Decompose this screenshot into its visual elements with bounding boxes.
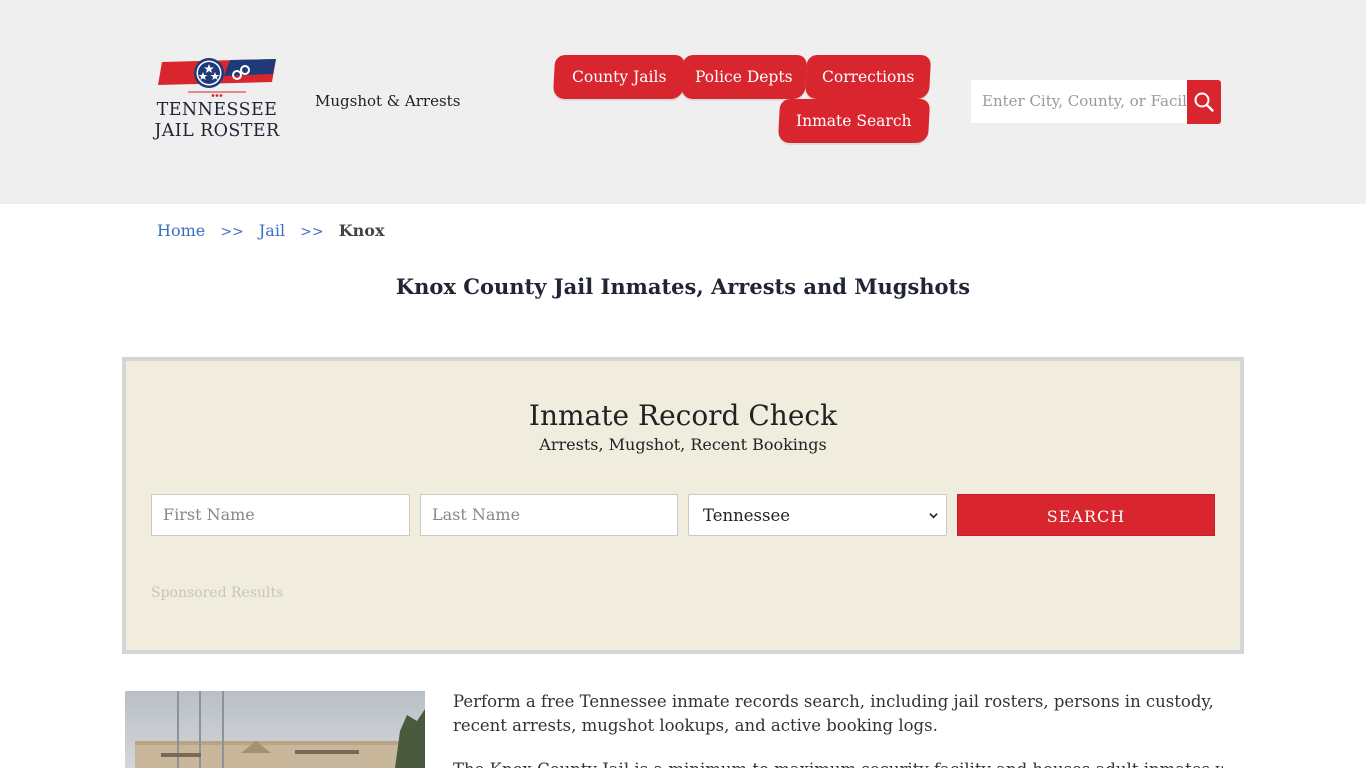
site-tagline: Mugshot & Arrests	[315, 92, 461, 110]
search-button[interactable]	[1187, 80, 1221, 124]
breadcrumb-separator: >>	[220, 224, 244, 240]
second-paragraph: The Knox County Jail is a minimum to max…	[453, 758, 1223, 768]
nav-tab-label: Police Depts	[695, 68, 793, 86]
breadcrumb: Home >> Jail >> Knox	[157, 221, 384, 240]
state-select[interactable]: Tennessee	[688, 494, 947, 536]
logo-text-line2: JAIL ROSTER	[154, 121, 280, 141]
page-title: Knox County Jail Inmates, Arrests and Mu…	[395, 274, 971, 299]
breadcrumb-current: Knox	[338, 221, 385, 240]
detention-facility-image	[125, 691, 425, 768]
sponsored-label: Sponsored Results	[151, 585, 284, 601]
site-header: TENNESSEE JAIL ROSTER Mugshot & Arrests …	[0, 0, 1366, 204]
logo-text-line1: TENNESSEE	[156, 100, 278, 120]
last-name-field[interactable]: Last Name	[420, 494, 678, 536]
nav-tab-police-depts[interactable]: Police Depts	[680, 55, 808, 99]
search-submit-button[interactable]: SEARCH	[957, 494, 1215, 536]
panel-title: Inmate Record Check	[528, 399, 838, 432]
breadcrumb-jail-link[interactable]: Jail	[259, 221, 285, 240]
nav-tab-corrections[interactable]: Corrections	[804, 55, 932, 99]
facility-search-input[interactable]: Enter City, County, or Facility	[971, 80, 1187, 123]
magnifier-icon	[1194, 92, 1214, 112]
tennessee-state-logo-icon	[158, 58, 276, 97]
nav-tab-county-jails[interactable]: County Jails	[552, 55, 686, 99]
facility-photo	[125, 691, 425, 768]
state-select-value: Tennessee	[703, 506, 790, 525]
first-name-field[interactable]: First Name	[151, 494, 410, 536]
breadcrumb-home-link[interactable]: Home	[157, 221, 205, 240]
chevron-down-icon	[929, 513, 938, 519]
nav-tab-inmate-search[interactable]: Inmate Search	[777, 99, 931, 143]
panel-subtitle: Arrests, Mugshot, Recent Bookings	[539, 435, 827, 454]
breadcrumb-separator: >>	[300, 224, 324, 240]
nav-tab-label: County Jails	[571, 68, 667, 86]
intro-paragraph: Perform a free Tennessee inmate records …	[453, 692, 1214, 735]
nav-tab-label: Corrections	[821, 68, 915, 86]
nav-tab-label: Inmate Search	[796, 112, 912, 130]
site-logo[interactable]: TENNESSEE JAIL ROSTER	[152, 56, 282, 148]
inmate-record-check-panel: Inmate Record Check Arrests, Mugshot, Re…	[122, 357, 1244, 654]
